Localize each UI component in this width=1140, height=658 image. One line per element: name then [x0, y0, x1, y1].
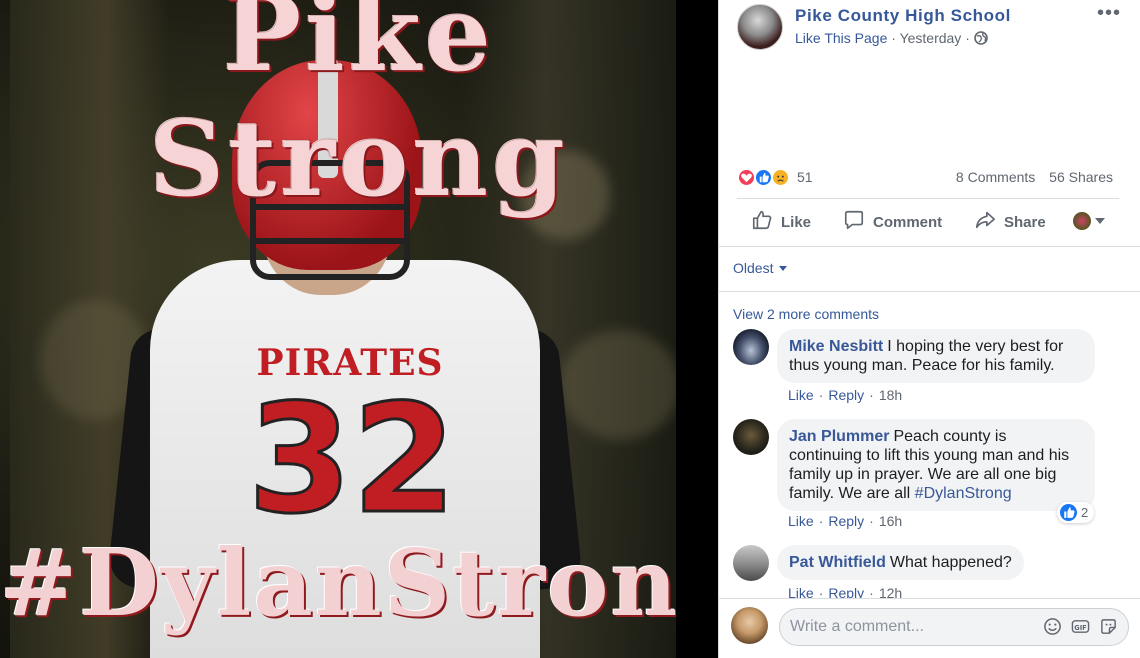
- comment-order-label: Oldest: [733, 260, 774, 276]
- screenshot: PIRATES 32 Pike Strong #DylanStrong Pike…: [0, 0, 1140, 658]
- page-name-link[interactable]: Pike County High School: [795, 6, 1011, 26]
- comment-bubble: Mike Nesbitt I hoping the very best for t…: [777, 329, 1095, 383]
- comment-reactions[interactable]: 2: [1057, 502, 1095, 523]
- commenter-avatar[interactable]: [733, 545, 769, 581]
- commenter-avatar[interactable]: [733, 329, 769, 365]
- comments-count-link[interactable]: 8 Comments: [956, 169, 1035, 185]
- divider: [737, 198, 1119, 199]
- separator-dot: ·: [818, 387, 824, 403]
- photo-border: [676, 0, 718, 658]
- comment-item: Jan Plummer Peach county is continuing to…: [733, 419, 1133, 534]
- share-arrow-icon: [974, 209, 996, 235]
- photo-headline: Pike Strong: [149, 0, 569, 220]
- more-options-icon[interactable]: •••: [1097, 2, 1121, 25]
- meta-separator: ·: [965, 30, 970, 46]
- comment-composer: Write a comment... GIF: [719, 598, 1140, 658]
- comment-time[interactable]: 18h: [879, 387, 902, 403]
- speech-bubble-icon: [843, 209, 865, 235]
- reactions-summary: 51 8 Comments 56 Shares: [737, 166, 1119, 190]
- reactions-count[interactable]: 51: [797, 169, 813, 185]
- jersey-number: 32: [246, 373, 458, 547]
- hashtag-link[interactable]: #DylanStrong: [915, 485, 1012, 502]
- divider: [719, 291, 1140, 292]
- comment-like-link[interactable]: Like: [788, 513, 814, 529]
- post-header: Pike County High School Like This Page ·…: [719, 0, 1140, 60]
- comment-bubble: Jan Plummer Peach county is continuing to…: [777, 419, 1095, 511]
- post-actions: Like Comment Share: [737, 200, 1119, 244]
- user-avatar: [1073, 212, 1091, 230]
- comment-reaction-count: 2: [1081, 505, 1089, 520]
- comment-author-link[interactable]: Jan Plummer: [789, 428, 889, 445]
- post-meta: Like This Page · Yesterday ·: [795, 30, 988, 48]
- comment-text: What happened?: [889, 554, 1012, 571]
- like-button[interactable]: Like: [751, 200, 811, 244]
- view-more-comments-link[interactable]: View 2 more comments: [733, 306, 879, 322]
- comment-button[interactable]: Comment: [843, 200, 942, 244]
- like-button-label: Like: [781, 213, 812, 231]
- chevron-down-icon: [1095, 218, 1105, 224]
- shares-count-link[interactable]: 56 Shares: [1049, 169, 1113, 185]
- divider: [719, 246, 1140, 247]
- composer-icons: GIF: [1043, 617, 1118, 636]
- comment-time[interactable]: 16h: [879, 513, 902, 529]
- svg-text:GIF: GIF: [1074, 624, 1086, 632]
- photo-hashtag: #DylanStrong: [0, 529, 718, 637]
- share-button[interactable]: Share: [974, 200, 1046, 244]
- like-page-link[interactable]: Like This Page: [795, 30, 887, 46]
- current-user-avatar[interactable]: [731, 607, 768, 644]
- comment-author-link[interactable]: Mike Nesbitt: [789, 338, 883, 355]
- comment-reply-link[interactable]: Reply: [828, 513, 864, 529]
- post-panel: Pike County High School Like This Page ·…: [718, 0, 1140, 658]
- commenter-avatar[interactable]: [733, 419, 769, 455]
- comment-item: Pat Whitfield What happened? Like · Reply · 1…: [733, 545, 1133, 601]
- thumbs-up-icon: [751, 209, 773, 235]
- comment-input[interactable]: Write a comment... GIF: [779, 608, 1129, 646]
- comment-button-label: Comment: [873, 213, 943, 231]
- comment-actions: Like · Reply · 18h: [788, 387, 902, 403]
- comment-like-link[interactable]: Like: [788, 387, 814, 403]
- comment-item: Mike Nesbitt I hoping the very best for t…: [733, 329, 1133, 409]
- separator-dot: ·: [818, 513, 824, 529]
- separator-dot: ·: [869, 387, 874, 403]
- comment-input-placeholder: Write a comment...: [790, 618, 924, 635]
- like-reaction-icon: [1060, 504, 1077, 521]
- comment-actions: Like · Reply · 16h: [788, 513, 902, 529]
- chevron-down-icon: [779, 265, 788, 271]
- meta-separator: ·: [891, 30, 896, 46]
- share-button-label: Share: [1004, 213, 1046, 231]
- page-avatar[interactable]: [737, 4, 783, 50]
- engagement-counts: 8 Comments 56 Shares: [946, 169, 1113, 185]
- separator-dot: ·: [869, 513, 874, 529]
- comment-author-link[interactable]: Pat Whitfield: [789, 554, 886, 571]
- gif-icon[interactable]: GIF: [1071, 617, 1090, 636]
- post-time[interactable]: Yesterday: [900, 30, 962, 46]
- sad-reaction-icon[interactable]: [771, 168, 790, 187]
- reaction-identity-selector[interactable]: [1073, 212, 1105, 230]
- comment-order-selector[interactable]: Oldest: [733, 260, 788, 276]
- post-photo[interactable]: PIRATES 32 Pike Strong #DylanStrong: [0, 0, 718, 658]
- globe-icon: [973, 31, 988, 48]
- comment-bubble: Pat Whitfield What happened?: [777, 545, 1024, 580]
- bokeh-light: [560, 330, 680, 440]
- emoji-icon[interactable]: [1043, 617, 1062, 636]
- sticker-icon[interactable]: [1099, 617, 1118, 636]
- comment-reply-link[interactable]: Reply: [828, 387, 864, 403]
